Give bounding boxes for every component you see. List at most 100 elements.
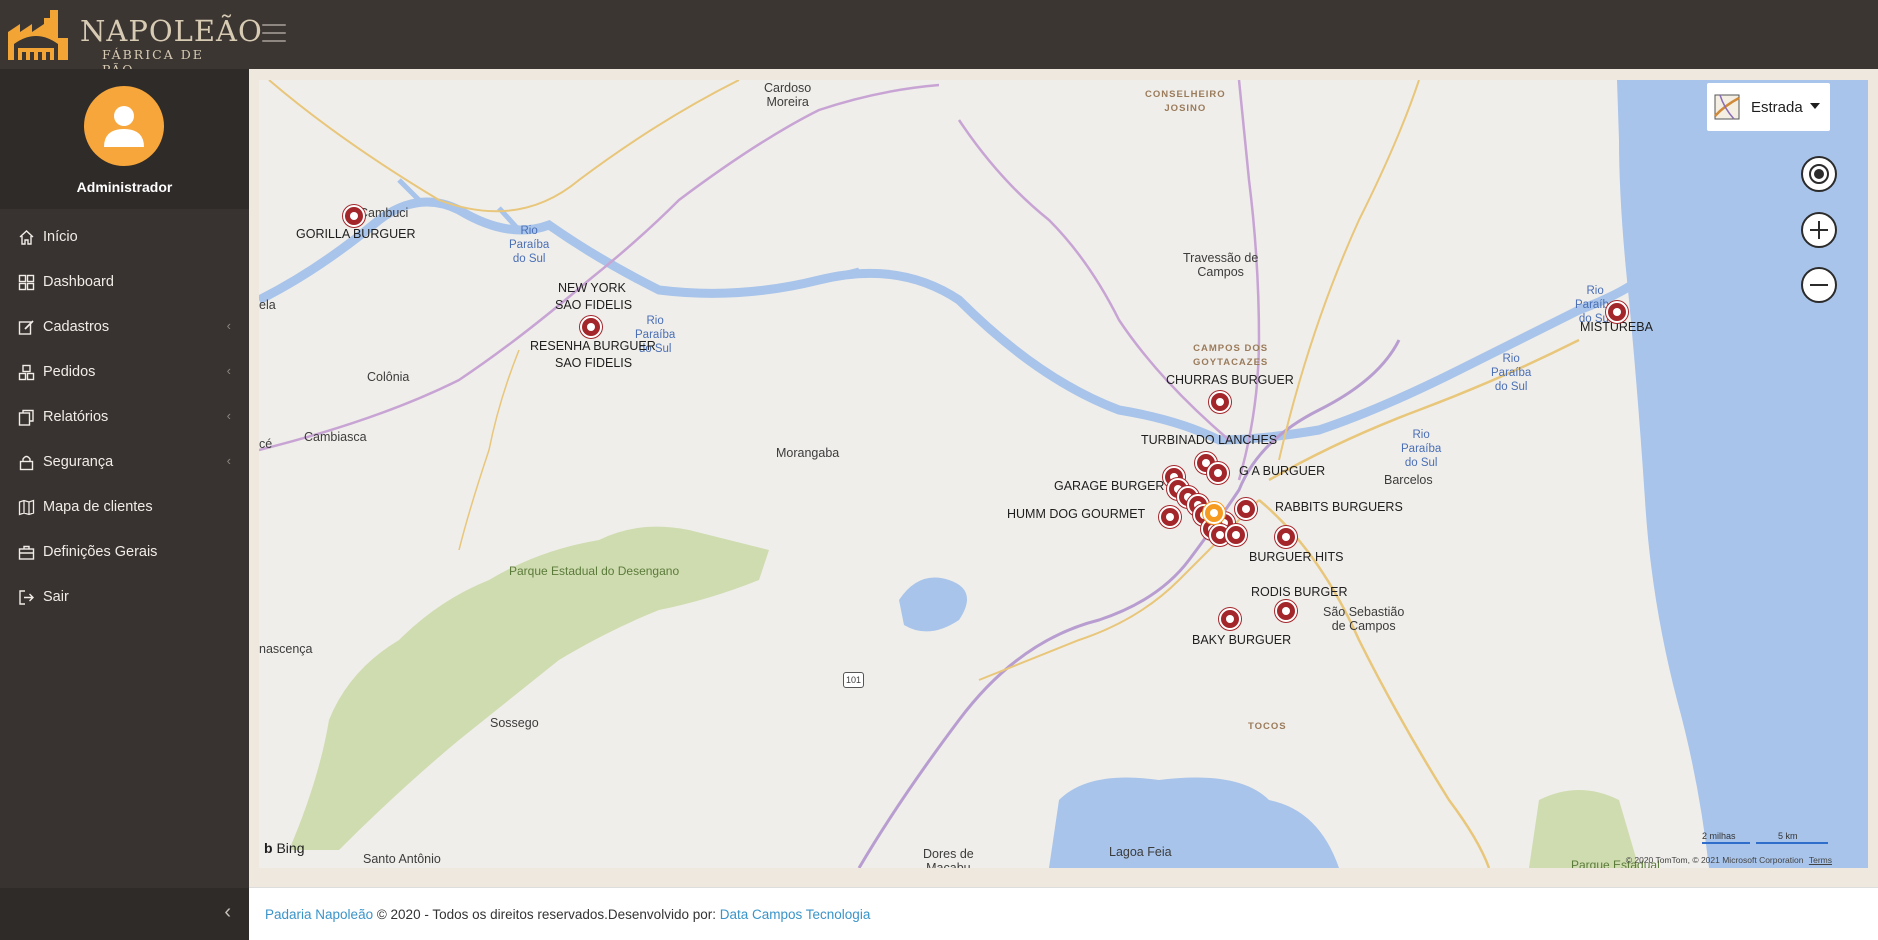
route-shield: 101 [843,672,865,688]
map-copyright: © 2020 TomTom, © 2021 Microsoft Corporat… [1625,855,1832,865]
bing-b-icon: b [264,840,273,856]
brand-title: NAPOLEÃO [80,14,263,48]
client-pin[interactable] [1275,526,1297,548]
client-label: RESENHA BURGUER [530,339,656,353]
client-pin[interactable] [580,316,602,338]
sidebar-item-label: Segurança [43,454,114,470]
grid-icon [18,274,35,291]
sidebar-item-relatorios[interactable]: Relatórios ‹ [0,395,249,440]
client-label: GORILLA BURGUER [296,227,416,241]
home-icon [19,230,34,245]
menu-toggle-icon[interactable] [262,24,286,46]
place-label: Lagoa Feia [1109,845,1172,859]
top-bar: NAPOLEÃO FÁBRICA DE PÃO [0,0,1878,77]
place-label: cé [259,437,273,451]
client-label: TURBINADO LANCHES [1141,433,1278,447]
caret-down-icon [1810,103,1820,109]
place-label: Dores de Macabu [923,847,974,868]
copy-icon [18,409,34,426]
place-label: ela [259,298,276,312]
edit-icon [18,320,34,335]
zoom-in-button[interactable] [1801,212,1837,248]
sidebar-item-label: Dashboard [43,274,114,290]
sidebar-item-label: Sair [43,589,69,605]
footer-text: Padaria Napoleão © 2020 - Todos os direi… [265,907,870,922]
chevron-left-icon: ‹ [226,318,231,333]
client-map[interactable]: Cardoso Moreira CONSELHEIRO JOSINO Cambu… [259,80,1868,868]
park-label: Parque Estadual do Desengano [509,564,680,578]
place-label: Morangaba [776,446,840,460]
sidebar-item-sair[interactable]: Sair [0,575,249,620]
client-pin[interactable] [1209,391,1231,413]
river-label: Rio Paraíba do Sul [509,225,550,265]
client-label: SAO FIDELIS [555,356,633,370]
client-pin-selected[interactable] [1203,502,1225,524]
map-type-selector[interactable]: Estrada [1707,83,1830,131]
client-pin[interactable] [1606,301,1628,323]
sidebar-item-dashboard[interactable]: Dashboard [0,260,249,305]
bing-text: Bing [276,840,305,856]
place-label: Santo Antônio [363,852,441,866]
client-pin[interactable] [1219,608,1241,630]
river-label: Rio Paraíba do Sul [1491,353,1532,393]
lock-icon [19,455,34,471]
map-icon [18,499,35,516]
place-label: TOCOS [1248,721,1287,732]
chevron-left-icon: ‹ [226,408,231,423]
sidebar-item-definicoes-gerais[interactable]: Definições Gerais [0,530,249,575]
sidebar-item-cadastros[interactable]: Cadastros ‹ [0,305,249,350]
place-label: CAMPOS DOS GOYTACAZES [1193,343,1269,368]
client-pin[interactable] [1159,506,1181,528]
place-label: Cambiasca [304,430,367,444]
client-pin[interactable] [1275,600,1297,622]
client-label: BURGUER HITS [1249,550,1344,564]
scale-km: 5 km [1778,831,1798,841]
client-pin[interactable] [343,205,365,227]
logout-icon [19,590,34,605]
client-label: SAO FIDELIS [555,298,633,312]
client-pin[interactable] [1235,498,1257,520]
chevron-left-icon[interactable]: ‹ [224,901,231,924]
map-type-label: Estrada [1751,99,1803,116]
place-label: Travessão de Campos [1183,251,1259,279]
client-label: G A BURGUER [1239,464,1326,478]
client-label: GARAGE BURGER [1054,479,1165,493]
sidebar: Administrador Início Dashboard Cadastros… [0,69,249,940]
footer: Padaria Napoleão © 2020 - Todos os direi… [249,887,1878,940]
developer-link[interactable]: Data Campos Tecnologia [720,907,871,922]
minus-icon [1810,284,1828,286]
zoom-out-button[interactable] [1801,267,1837,303]
terms-link[interactable]: Terms [1809,855,1832,865]
sidebar-item-inicio[interactable]: Início [0,215,249,260]
sidebar-item-label: Definições Gerais [43,544,158,560]
scale-miles: 2 milhas [1702,831,1736,841]
place-label: Colônia [367,370,410,384]
sidebar-item-label: Mapa de clientes [43,499,153,515]
chevron-left-icon: ‹ [226,453,231,468]
sidebar-item-pedidos[interactable]: Pedidos ‹ [0,350,249,395]
footer-copyright: © 2020 - Todos os direitos reservados.De… [373,907,720,922]
sidebar-item-mapa-de-clientes[interactable]: Mapa de clientes [0,485,249,530]
sidebar-item-seguranca[interactable]: Segurança ‹ [0,440,249,485]
client-label: RABBITS BURGUERS [1275,500,1403,514]
client-pin[interactable] [1207,462,1229,484]
user-icon [104,106,144,147]
sidebar-item-label: Início [43,229,78,245]
place-label: São Sebastião de Campos [1323,605,1405,633]
company-link[interactable]: Padaria Napoleão [265,907,373,922]
briefcase-icon [18,545,35,560]
place-label: nascença [259,642,313,656]
brand-logo[interactable]: NAPOLEÃO FÁBRICA DE PÃO [6,8,262,77]
chevron-left-icon: ‹ [226,363,231,378]
avatar[interactable] [84,86,164,166]
factory-logo-icon [8,10,68,60]
plus-icon [1810,221,1828,239]
place-label: Sossego [490,716,539,730]
client-pin[interactable] [1225,524,1247,546]
client-label: CHURRAS BURGUER [1166,373,1294,387]
locate-me-button[interactable] [1801,156,1837,192]
sidebar-item-label: Relatórios [43,409,109,425]
sidebar-nav: Início Dashboard Cadastros ‹ Pedidos ‹ R… [0,215,249,620]
place-label: Cambuci [359,206,409,220]
user-name: Administrador [76,179,173,195]
